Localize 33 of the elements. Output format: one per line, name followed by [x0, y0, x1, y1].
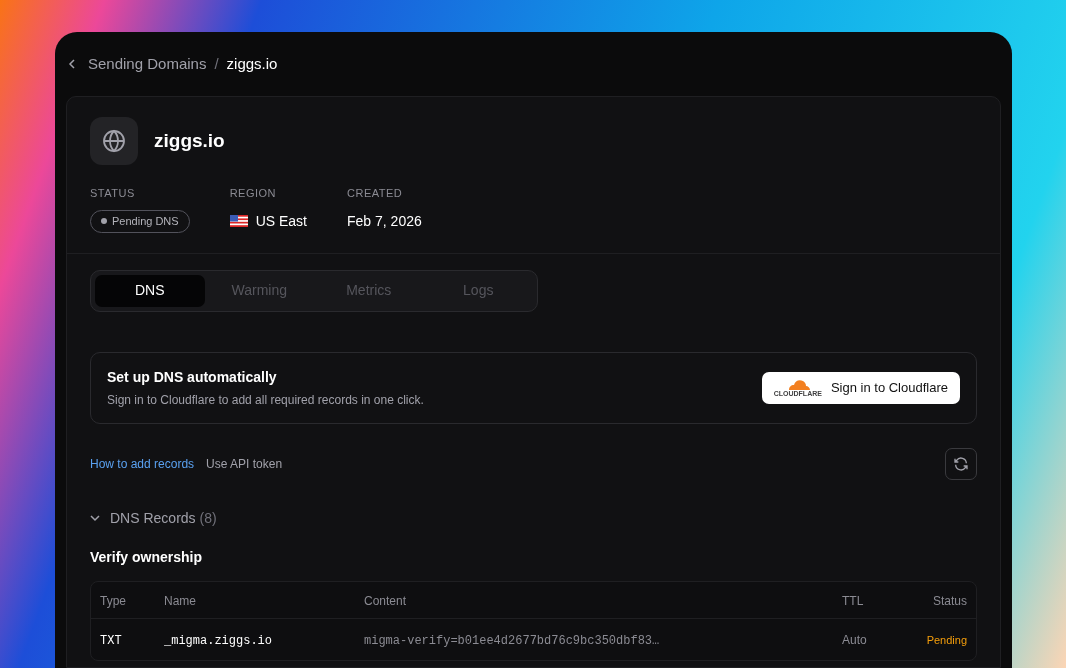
table-cell: Auto	[842, 633, 867, 647]
table-cell: migma-verify=b01ee4d2677bd76c9bc350dbf83…	[364, 634, 660, 648]
meta-value: US East	[255, 211, 307, 231]
table-cell: _migma.ziggs.io	[164, 634, 273, 648]
setup-description: Sign in to Cloudflare to add all required records in one click.	[107, 391, 424, 409]
meta-label: CREATED	[347, 186, 404, 201]
records-toggle[interactable]: DNS Records	[110, 507, 196, 529]
globe-icon	[102, 129, 126, 153]
domain-title: ziggs.io	[154, 128, 225, 153]
meta-value: Feb 7, 2026	[347, 211, 422, 231]
column-header: TTL	[842, 593, 864, 608]
refresh-icon	[953, 455, 969, 472]
tab[interactable]: DNS	[95, 274, 205, 307]
chevron-icon[interactable]	[90, 513, 100, 523]
column-header: Name	[164, 593, 196, 608]
help-link[interactable]: How to add records	[90, 454, 195, 473]
breadcrumb-current: ziggs.io	[226, 53, 278, 74]
api-token-link[interactable]: Use API token	[206, 454, 283, 473]
meta-label: REGION	[229, 186, 278, 201]
column-header: Status	[932, 593, 967, 608]
breadcrumb-separator: /	[214, 53, 219, 74]
status-label: Pending	[926, 634, 967, 646]
breadcrumb-link[interactable]: Sending Domains	[88, 52, 207, 76]
refresh-button[interactable]	[945, 447, 977, 480]
column-header: Type	[100, 593, 126, 608]
setup-title: Set up DNS automatically	[107, 367, 278, 387]
back-icon[interactable]	[68, 59, 76, 69]
flag-icon	[229, 215, 248, 227]
column-header: Content	[364, 593, 407, 608]
records-count: (8)	[199, 508, 217, 528]
group-title: Verify ownership	[90, 547, 203, 567]
table-cell: TXT	[100, 634, 122, 648]
meta-label: STATUS	[90, 186, 136, 201]
